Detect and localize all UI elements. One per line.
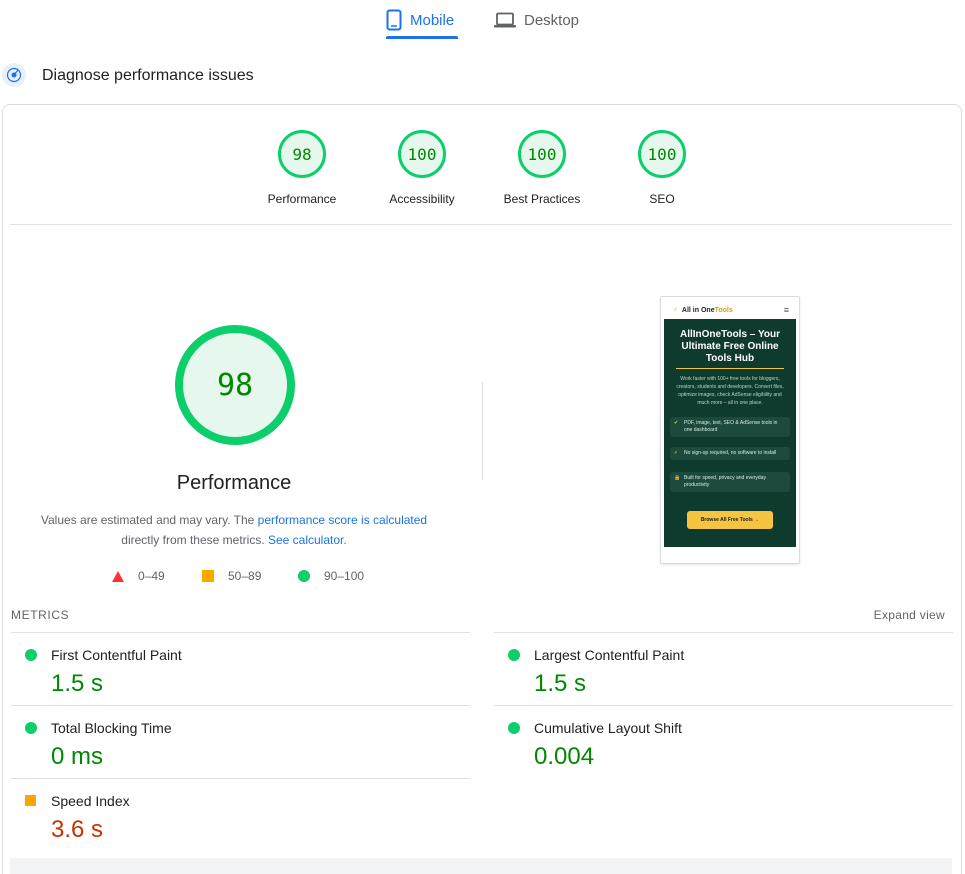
gauge-seo[interactable]: 100 SEO [612, 130, 712, 206]
metric-name: Speed Index [51, 793, 130, 809]
square-icon [202, 570, 214, 582]
thumb-feature-text: Built for speed, privacy and everyday pr… [684, 475, 766, 488]
lightning-icon: ⚡ [674, 450, 678, 456]
tab-desktop[interactable]: Desktop [494, 0, 579, 40]
metric-value: 3.6 s [51, 816, 104, 843]
circle-icon [298, 570, 310, 582]
metric-name: First Contentful Paint [51, 647, 182, 663]
good-circle-icon [25, 722, 37, 734]
metric-name: Largest Contentful Paint [534, 647, 685, 663]
gauge-accessibility-label: Accessibility [389, 192, 455, 206]
laptop-icon [494, 12, 516, 28]
score-note: Values are estimated and may vary. The p… [30, 510, 438, 550]
tab-mobile-label: Mobile [410, 11, 455, 29]
diagnose-icon [2, 63, 26, 87]
metric-value: 0.004 [534, 743, 595, 770]
tab-mobile[interactable]: Mobile [386, 0, 458, 40]
legend-average-range: 50–89 [228, 569, 262, 583]
metric-value: 0 ms [51, 743, 104, 770]
good-circle-icon [25, 649, 37, 661]
expand-view-button[interactable]: Expand view [874, 608, 945, 622]
performance-title: Performance [176, 472, 292, 494]
gauge-best-practices-label: Best Practices [503, 192, 581, 206]
phone-icon [386, 9, 402, 31]
legend-poor-range: 0–49 [138, 569, 165, 583]
hamburger-icon: ≡ [783, 305, 789, 315]
gauge-performance-score: 98 [278, 130, 326, 178]
treemap-toolbar [10, 858, 952, 874]
gauge-best-practices[interactable]: 100 Best Practices [492, 130, 592, 206]
metric-name: Total Blocking Time [51, 720, 172, 736]
legend-average: 50–89 [202, 569, 261, 583]
metric-largest-contentful-paint: Largest Contentful Paint 1.5 s [494, 632, 953, 705]
thumb-underline [676, 368, 784, 369]
good-circle-icon [508, 649, 520, 661]
performance-score-link[interactable]: performance score is calculated [258, 513, 427, 527]
see-calculator-link[interactable]: See calculator. [268, 533, 347, 547]
gauges-divider [10, 224, 952, 225]
thumb-header: ⚡ All in One Tools ≡ [665, 301, 795, 319]
triangle-icon [112, 570, 124, 582]
thumb-feature-text: PDF, image, text, SEO & AdSense tools in… [684, 420, 778, 433]
gauge-seo-label: SEO [649, 192, 675, 206]
thumb-brand: All in One [681, 306, 715, 314]
metrics-heading: METRICS [11, 608, 70, 622]
performance-score-gauge: 98 [175, 325, 295, 445]
metric-value: 1.5 s [534, 670, 587, 697]
lightning-icon: ⚡ [673, 307, 678, 314]
legend-good: 90–100 [298, 569, 364, 583]
metric-first-contentful-paint: First Contentful Paint 1.5 s [11, 632, 470, 705]
lock-icon: 🔒 [674, 475, 681, 481]
note-text-2: directly from these metrics. [121, 533, 268, 547]
thumb-browse-button: Browse All Free Tools → [687, 511, 773, 529]
metric-name: Cumulative Layout Shift [534, 720, 682, 736]
thumb-feature: 🔒 Built for speed, privacy and everyday … [670, 472, 790, 492]
diagnose-title: Diagnose performance issues [42, 67, 254, 84]
tab-desktop-label: Desktop [524, 11, 580, 29]
thumb-feature: ✔ PDF, image, text, SEO & AdSense tools … [670, 417, 790, 437]
gauge-performance[interactable]: 98 Performance [252, 130, 352, 206]
metric-value: 1.5 s [51, 670, 104, 697]
gauge-seo-score: 100 [638, 130, 686, 178]
check-icon: ✔ [674, 420, 679, 426]
gauge-accessibility[interactable]: 100 Accessibility [372, 130, 472, 206]
thumb-title: AllInOneTools – Your Ultimate Free Onlin… [679, 329, 780, 364]
metric-speed-index: Speed Index 3.6 s [11, 778, 470, 851]
metric-cumulative-layout-shift: Cumulative Layout Shift 0.004 [494, 705, 953, 778]
good-circle-icon [508, 722, 520, 734]
metric-total-blocking-time: Total Blocking Time 0 ms [11, 705, 470, 778]
gauge-performance-label: Performance [267, 192, 337, 206]
thumb-brand-accent: Tools [714, 306, 733, 314]
thumb-feature-text: No sign-up required, no software to inst… [684, 450, 777, 456]
legend-good-range: 90–100 [324, 569, 365, 583]
legend-poor: 0–49 [112, 569, 165, 583]
device-tabs: Mobile Desktop [0, 0, 965, 40]
thumb-hero: AllInOneTools – Your Ultimate Free Onlin… [664, 319, 796, 547]
thumb-feature: ⚡ No sign-up required, no software to in… [670, 447, 790, 460]
final-screenshot[interactable]: ⚡ All in One Tools ≡ AllInOneTools – Your… [660, 296, 800, 564]
thumb-description: Work faster with 100+ free tools for blo… [676, 376, 784, 406]
gauge-best-practices-score: 100 [518, 130, 566, 178]
average-square-icon [25, 795, 36, 806]
note-text-1: Values are estimated and may vary. The [40, 513, 258, 527]
vertical-divider [482, 382, 483, 480]
gauge-accessibility-score: 100 [398, 130, 446, 178]
